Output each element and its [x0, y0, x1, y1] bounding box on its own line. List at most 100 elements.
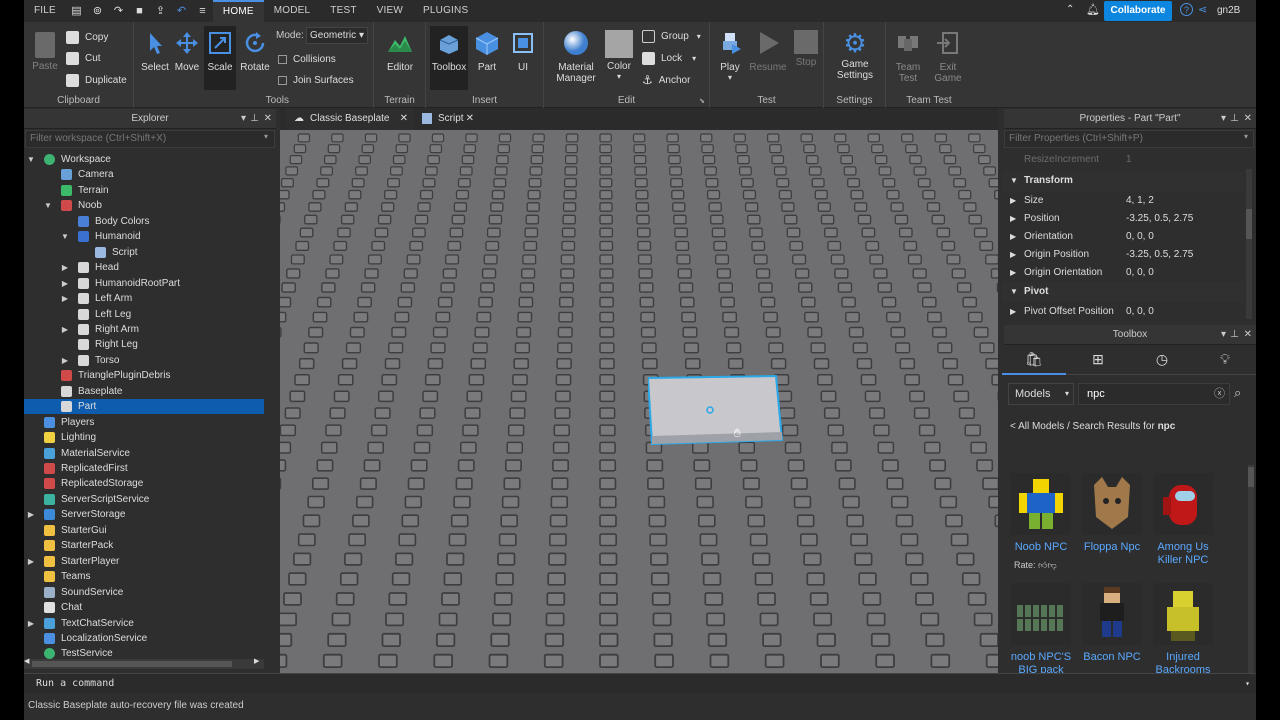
collapsed-arrow-icon[interactable]: ▶ — [1010, 228, 1016, 246]
rotate-tool-button[interactable]: Rotate — [238, 30, 272, 73]
join-surfaces-checkbox[interactable] — [278, 75, 287, 85]
resume-button[interactable]: Resume — [748, 30, 788, 73]
close-icon[interactable]: ✕ — [264, 109, 272, 129]
property-value[interactable]: 4, 1, 2 — [1126, 192, 1154, 210]
tree-item[interactable]: ServerScriptService — [24, 492, 264, 507]
tab-view[interactable]: VIEW — [367, 0, 413, 22]
property-value[interactable]: 0, 0, 0 — [1126, 303, 1154, 321]
binoculars-icon[interactable]: ⊚ — [91, 5, 104, 18]
tree-item[interactable]: Body Colors — [24, 214, 264, 229]
tree-item[interactable]: TrianglePluginDebris — [24, 368, 264, 383]
paste-button[interactable]: Paste — [30, 32, 60, 72]
pack-thumbnail[interactable] — [1011, 583, 1071, 645]
inventory-grid-icon[interactable]: ⊞ — [1066, 345, 1130, 375]
toolbox-search-input[interactable]: npc ⓧ — [1078, 383, 1230, 405]
search-icon[interactable]: ⌕ — [1234, 385, 1241, 401]
tree-item[interactable]: ▼ Workspace — [24, 152, 264, 167]
tree-item[interactable]: ▶ Torso — [24, 353, 264, 368]
tree-item[interactable]: Players — [24, 415, 264, 430]
tree-item[interactable]: ▼ Humanoid — [24, 229, 264, 244]
scrollbar-thumb[interactable] — [1246, 209, 1252, 239]
tree-item[interactable]: ▶ HumanoidRootPart — [24, 276, 264, 291]
properties-filter-input[interactable]: Filter Properties (Ctrl+Shift+P) — [1004, 130, 1254, 148]
property-row[interactable]: ▶ Pivot Offset Position 0, 0, 0 — [1002, 303, 1244, 321]
toolbox-item[interactable]: Injured Backrooms — [1150, 583, 1216, 673]
tree-item[interactable]: ▶ Head — [24, 260, 264, 275]
tree-item[interactable]: Script — [24, 245, 264, 260]
filter-chevron-icon[interactable]: ▾ — [1244, 132, 1248, 141]
toolbox-scrollbar[interactable] — [1248, 465, 1254, 673]
command-history-chevron-icon[interactable]: ▾ — [1245, 674, 1250, 693]
amogus-thumbnail[interactable] — [1153, 473, 1213, 535]
toolbox-item[interactable]: noob NPC'S BIG pack — [1008, 583, 1074, 673]
thumbs-down-icon[interactable]: 👎︎ — [1047, 560, 1056, 570]
pin-icon[interactable]: ⊥ — [1230, 325, 1239, 345]
collaborate-button[interactable]: Collaborate — [1104, 1, 1172, 21]
publish-icon[interactable]: ⇪ — [154, 5, 167, 18]
tab-close-icon[interactable]: ✕ — [466, 108, 474, 130]
scroll-left-icon[interactable]: ◀ — [24, 657, 29, 665]
toolbox-item-name[interactable]: Noob NPC — [1008, 541, 1074, 554]
tree-item[interactable]: ▼ Noob — [24, 198, 264, 213]
tree-item[interactable]: Part — [24, 399, 264, 415]
collisions-toggle[interactable]: Collisions — [278, 50, 336, 68]
join-surfaces-toggle[interactable]: Join Surfaces — [278, 71, 354, 89]
tree-item[interactable]: LocalizationService — [24, 631, 264, 646]
tree-item[interactable]: Chat — [24, 600, 264, 615]
panel-menu-chevron-icon[interactable]: ▾ — [1221, 325, 1226, 345]
scroll-right-icon[interactable]: ▶ — [254, 657, 259, 665]
property-row[interactable]: ▶ Position -3.25, 0.5, 2.75 — [1002, 210, 1244, 228]
toolbox-item[interactable]: Among Us Killer NPC — [1150, 473, 1216, 567]
collapsed-arrow-icon[interactable]: ▶ — [26, 507, 36, 522]
tree-item[interactable]: ▶ Left Arm — [24, 291, 264, 306]
collapsed-arrow-icon[interactable]: ▶ — [60, 291, 70, 306]
tree-item[interactable]: ReplicatedStorage — [24, 476, 264, 491]
color-button[interactable]: Color ▾ — [602, 30, 636, 81]
property-row[interactable]: ▶ Origin Position -3.25, 0.5, 2.75 — [1002, 246, 1244, 264]
property-value[interactable]: -3.25, 0.5, 2.75 — [1126, 246, 1193, 264]
tab-script[interactable]: Script ✕ — [414, 108, 480, 130]
collapsed-arrow-icon[interactable]: ▶ — [60, 322, 70, 337]
undo-icon[interactable]: ↶ — [175, 5, 188, 18]
tree-item[interactable]: Teams — [24, 569, 264, 584]
clear-search-icon[interactable]: ⓧ — [1214, 384, 1225, 404]
toolbox-item[interactable]: Floppa Npc — [1079, 473, 1145, 554]
collapsed-arrow-icon[interactable]: ▶ — [26, 554, 36, 569]
toolbox-item-name[interactable]: Floppa Npc — [1079, 541, 1145, 554]
tree-item[interactable]: Baseplate — [24, 384, 264, 399]
panel-menu-chevron-icon[interactable]: ▾ — [1221, 109, 1226, 129]
expanded-arrow-icon[interactable]: ▼ — [1010, 171, 1018, 191]
tree-item[interactable]: MaterialService — [24, 446, 264, 461]
expanded-arrow-icon[interactable]: ▼ — [26, 152, 36, 167]
redo-arrow-icon[interactable]: ↷ — [112, 5, 125, 18]
duplicate-button[interactable]: Duplicate — [66, 71, 127, 89]
mode-dropdown[interactable]: Geometric ▾ — [306, 27, 368, 44]
breadcrumb-path[interactable]: < All Models / Search Results for — [1010, 421, 1158, 432]
tab-test[interactable]: TEST — [320, 0, 366, 22]
collisions-checkbox[interactable] — [278, 54, 287, 64]
team-test-button[interactable]: Team Test — [890, 30, 926, 84]
close-icon[interactable]: ✕ — [1244, 325, 1252, 345]
bacon-thumbnail[interactable] — [1082, 583, 1142, 645]
toolbox-item-name[interactable]: noob NPC'S BIG pack — [1008, 651, 1074, 673]
scrollbar-thumb[interactable] — [32, 661, 232, 667]
pin-icon[interactable]: ⊥ — [250, 109, 259, 129]
tree-item[interactable]: ▶ ServerStorage — [24, 507, 264, 522]
property-value[interactable]: 0, 0, 0 — [1126, 228, 1154, 246]
toolbox-button[interactable]: Toolbox — [430, 26, 468, 90]
collapsed-arrow-icon[interactable]: ▶ — [1010, 246, 1016, 264]
collapsed-arrow-icon[interactable]: ▶ — [60, 260, 70, 275]
share-icon[interactable]: ⋖ — [1198, 3, 1207, 16]
floppa-thumbnail[interactable] — [1082, 473, 1142, 535]
file-menu[interactable]: FILE — [24, 0, 66, 22]
part-button[interactable]: Part — [470, 30, 504, 73]
category-dropdown[interactable]: Models ▾ — [1008, 383, 1074, 405]
username[interactable]: gn2B — [1217, 5, 1240, 16]
tree-item[interactable]: ▶ Right Arm — [24, 322, 264, 337]
filter-chevron-icon[interactable]: ▾ — [264, 132, 268, 141]
property-value[interactable]: -3.25, 0.5, 2.75 — [1126, 210, 1193, 228]
pin-icon[interactable]: ⊥ — [1230, 109, 1239, 129]
marketplace-bag-icon[interactable]: 🛍︎ — [1002, 345, 1066, 375]
explorer-horizontal-scrollbar[interactable]: ◀ ▶ — [24, 657, 264, 669]
toolbox-item-name[interactable]: Among Us Killer NPC — [1150, 541, 1216, 567]
